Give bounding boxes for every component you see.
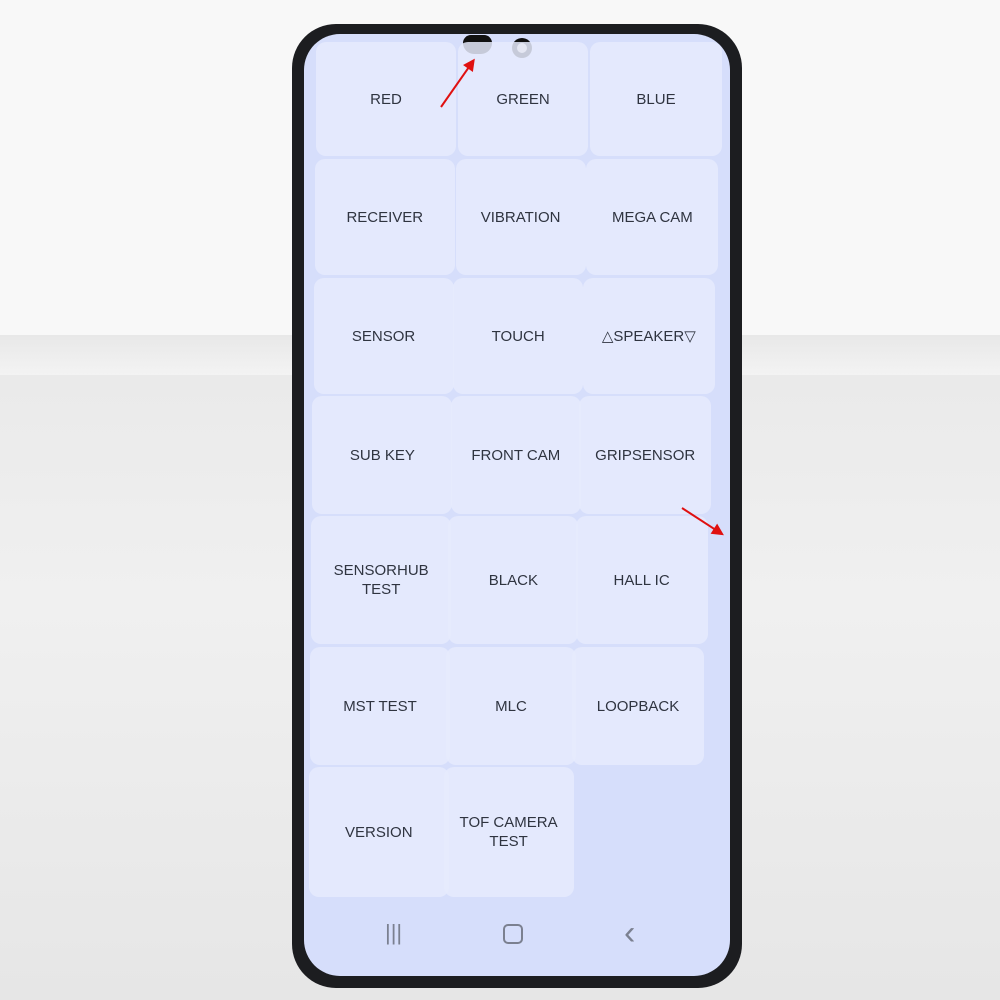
test-menu-item-label: HALL IC [613,571,670,589]
test-menu-item-label: BLUE [636,90,676,108]
test-menu-item-label: MLC [495,697,527,715]
test-menu-item-label: BLACK [488,571,538,589]
test-menu-item-label: VIBRATION [480,208,561,226]
test-menu-item[interactable]: LOOPBACK [572,647,704,765]
test-menu-item-label: GREEN [496,90,550,108]
test-menu-item[interactable]: MST TEST [310,647,450,765]
test-menu-item[interactable]: BLUE [590,42,722,156]
test-menu-item[interactable]: TOF CAMERA TEST [443,767,574,897]
recents-icon[interactable]: ||| [385,920,402,946]
test-menu-item-label: SENSORHUB TEST [333,562,429,598]
back-icon[interactable]: ‹ [624,914,635,953]
test-menu-item-label: VERSION [345,823,413,841]
test-menu-item-label: SUB KEY [349,446,415,464]
test-menu-item[interactable]: SUB KEY [312,396,453,514]
test-menu-item[interactable]: VERSION [308,767,449,897]
test-menu-item[interactable]: SENSORHUB TEST [311,516,452,644]
test-menu-item-label: TOUCH [491,327,545,345]
test-menu-item[interactable]: RECEIVER [314,159,455,275]
test-menu-item[interactable]: BLACK [448,516,579,644]
test-menu-item-label: RECEIVER [346,208,424,226]
test-menu-item[interactable]: SENSOR [313,278,454,394]
test-menu-item-label: TOF CAMERA TEST [459,814,558,850]
test-menu-item-label: FRONT CAM [471,446,561,464]
test-menu-item[interactable]: GRIPSENSOR [579,396,712,514]
test-menu-item[interactable]: FRONT CAM [450,396,581,514]
test-menu-item[interactable]: MEGA CAM [586,159,719,275]
test-menu-item-label: GRIPSENSOR [595,446,696,464]
test-menu-item-label: SENSOR [351,327,416,345]
test-menu-item-label: △SPEAKER▽ [601,327,696,345]
test-menu-item[interactable]: RED [316,42,456,156]
test-menu-item[interactable]: TOUCH [453,278,584,394]
home-icon[interactable] [503,924,523,944]
test-menu-item[interactable]: GREEN [458,42,588,156]
test-menu-item[interactable]: △SPEAKER▽ [582,278,715,394]
test-menu-item-label: MEGA CAM [611,208,693,226]
test-menu-item[interactable]: MLC [446,647,576,765]
test-menu-item-label: RED [370,90,402,108]
test-menu-item-label: MST TEST [343,697,417,715]
test-menu-item-label: LOOPBACK [596,697,680,715]
test-menu-item[interactable]: VIBRATION [455,159,586,275]
test-menu-item[interactable]: HALL IC [575,516,708,644]
